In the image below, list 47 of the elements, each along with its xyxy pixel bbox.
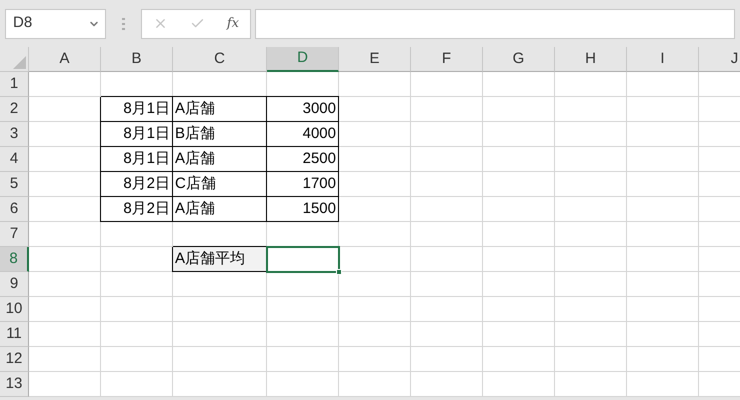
table-cell[interactable]: A店舗 [173, 147, 267, 172]
column-header[interactable]: B [101, 47, 173, 72]
row-header[interactable]: 12 [0, 347, 29, 372]
table-cell[interactable]: 1500 [267, 197, 339, 222]
table-cell[interactable]: A店舗平均 [173, 247, 267, 272]
column-header[interactable]: E [339, 47, 411, 72]
column-header[interactable]: C [173, 47, 267, 72]
row-header[interactable]: 5 [0, 172, 29, 197]
column-header[interactable]: F [411, 47, 483, 72]
row-header[interactable]: 13 [0, 372, 29, 397]
grip-icon [122, 18, 125, 30]
row-header[interactable]: 7 [0, 222, 29, 247]
row-header[interactable]: 9 [0, 272, 29, 297]
row-header[interactable]: 4 [0, 147, 29, 172]
table-cell[interactable]: 1700 [267, 172, 339, 197]
table-cell[interactable]: 8月1日 [101, 122, 173, 147]
row-header[interactable]: 2 [0, 97, 29, 122]
row-header[interactable]: 6 [0, 197, 29, 222]
table-cell[interactable]: B店舗 [173, 122, 267, 147]
row-header[interactable]: 3 [0, 122, 29, 147]
row-header[interactable]: 1 [0, 72, 29, 97]
table-cell[interactable]: 2500 [267, 147, 339, 172]
table-cell[interactable]: 8月2日 [101, 172, 173, 197]
select-all-corner[interactable] [0, 47, 29, 72]
table-cell[interactable]: A店舗 [173, 97, 267, 122]
column-header[interactable]: H [555, 47, 627, 72]
insert-function-button[interactable]: fx [226, 14, 239, 34]
column-header[interactable]: A [29, 47, 101, 72]
table-cell[interactable]: 8月1日 [101, 97, 173, 122]
row-header[interactable]: 8 [0, 247, 29, 272]
row-header[interactable]: 10 [0, 297, 29, 322]
name-box[interactable]: D8 [5, 8, 106, 38]
table-cell[interactable]: 8月1日 [101, 147, 173, 172]
table-cell[interactable]: 8月2日 [101, 197, 173, 222]
row-header[interactable]: 11 [0, 322, 29, 347]
table-cell[interactable]: A店舗 [173, 197, 267, 222]
fill-handle[interactable] [336, 269, 342, 275]
table-cell[interactable]: 4000 [267, 122, 339, 147]
cell-reference: D8 [13, 13, 32, 34]
formula-input[interactable] [255, 8, 735, 38]
column-header[interactable]: J [699, 47, 740, 72]
column-header[interactable]: D [267, 47, 339, 72]
table-cell[interactable] [267, 247, 339, 272]
column-header[interactable]: G [483, 47, 555, 72]
column-header[interactable]: I [627, 47, 699, 72]
table-cell[interactable]: C店舗 [173, 172, 267, 197]
table-cell[interactable]: 3000 [267, 97, 339, 122]
